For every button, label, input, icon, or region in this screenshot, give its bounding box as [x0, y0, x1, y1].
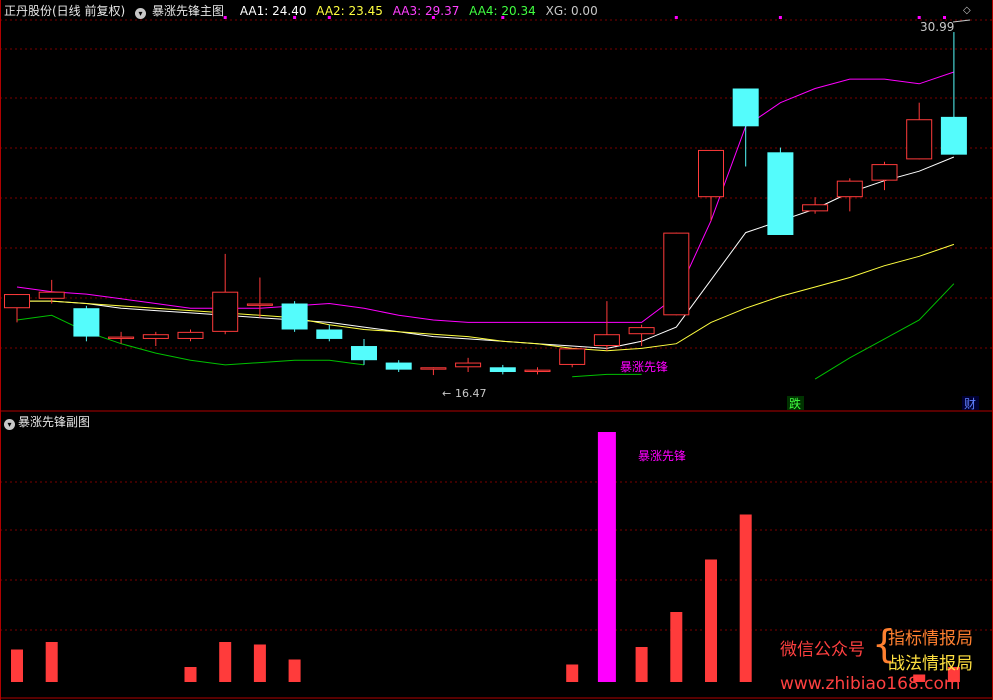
xg-value: XG: 0.00	[545, 4, 598, 18]
signal-bar	[288, 659, 301, 682]
magenta-line-segment	[16, 71, 955, 323]
indicator-toggle[interactable]: ▾ 暴涨先锋主图	[135, 4, 230, 19]
candle-body-up	[38, 291, 65, 299]
chart-labels: 30.99 16.47 ← 暴涨先锋 暴涨先锋 跌 财 ◇	[442, 5, 979, 463]
sub-header: ▾ 暴涨先锋副图	[4, 413, 90, 430]
signal-bar	[566, 664, 579, 682]
main-header: 正丹股份(日线 前复权) ▾ 暴涨先锋主图 AA1: 24.40 AA2: 23.…	[4, 2, 604, 19]
top-marker-dot	[778, 16, 782, 19]
top-marker-dot	[674, 16, 678, 19]
candle-body-down	[316, 329, 343, 339]
fin-marker: 财	[964, 397, 976, 411]
high-price-label: 30.99	[920, 20, 954, 34]
candle-body-up	[455, 362, 482, 368]
indicator-lines	[16, 71, 955, 380]
white-line-segment	[17, 156, 955, 349]
signal-bar	[45, 642, 58, 682]
watermark-line2: 战法情报局	[888, 654, 973, 674]
candle-body-up	[871, 164, 898, 181]
signal-bar	[739, 514, 752, 682]
aa4-value: AA4: 20.34	[469, 4, 536, 18]
candle-body-down	[385, 362, 412, 370]
candle-body-up	[142, 334, 169, 339]
candle-body-down	[281, 303, 308, 330]
candle-body-down	[489, 367, 516, 373]
signal-bar	[253, 644, 266, 682]
candle-body-up	[420, 367, 447, 370]
watermark-line1: 指标情报局	[888, 629, 973, 649]
sub-indicator-toggle[interactable]: ▾ 暴涨先锋副图	[4, 415, 91, 430]
candle-body-up	[108, 336, 135, 339]
signal-bar	[11, 649, 23, 682]
candle-body-up	[524, 369, 551, 373]
main-indicator-name: 暴涨先锋主图	[152, 4, 225, 18]
candle-body-up	[212, 291, 239, 332]
signal-bar	[219, 642, 232, 682]
candle-body-down	[351, 346, 377, 361]
candle-body-up	[802, 204, 829, 212]
watermark-url: www.zhibiao168.com	[780, 674, 961, 694]
aa1-value: AA1: 24.40	[239, 4, 307, 18]
chevron-down-icon: ▾	[4, 419, 15, 430]
low-price-label: 16.47	[455, 387, 487, 400]
signal-bar	[635, 647, 648, 682]
candle-body-down	[732, 88, 759, 127]
candle-body-up	[246, 303, 273, 306]
candlesticks	[4, 32, 967, 376]
candle-body-up	[628, 327, 655, 335]
drop-marker: 跌	[789, 396, 801, 411]
candle-body-up	[698, 149, 724, 198]
grid-lines	[0, 0, 993, 700]
green-line-segment	[572, 373, 642, 378]
top-marker-dot	[943, 16, 946, 19]
top-marker-dot	[917, 16, 921, 19]
chevron-down-icon: ▾	[135, 8, 147, 19]
candle-body-down	[767, 152, 794, 235]
candle-body-down	[940, 116, 967, 155]
sub-indicator-name: 暴涨先锋副图	[18, 415, 91, 429]
candle-body-up	[906, 119, 933, 160]
main-signal-label: 暴涨先锋	[620, 359, 668, 374]
candle-body-up	[836, 180, 863, 198]
low-arrow-icon: ←	[442, 387, 451, 400]
sub-signal-label: 暴涨先锋	[638, 448, 686, 463]
candle-body-up	[593, 334, 620, 347]
diamond-icon: ◇	[963, 5, 971, 16]
candle-body-up	[177, 331, 204, 339]
watermark-wechat: 微信公众号	[780, 640, 865, 660]
candle-body-down	[73, 308, 100, 337]
stock-name: 正丹股份(日线 前复权)	[4, 4, 126, 18]
candle-body-up	[4, 294, 30, 309]
candle-body-up	[663, 232, 690, 316]
signal-bar	[184, 667, 197, 682]
signal-bar	[597, 432, 616, 682]
signal-bar	[705, 559, 717, 682]
candle-body-up	[559, 348, 586, 365]
aa2-value: AA2: 23.45	[316, 4, 383, 18]
chart-canvas: 30.99 16.47 ← 暴涨先锋 暴涨先锋 跌 财 ◇	[0, 0, 993, 700]
aa3-value: AA3: 29.37	[392, 4, 460, 18]
signal-bar	[670, 612, 683, 682]
